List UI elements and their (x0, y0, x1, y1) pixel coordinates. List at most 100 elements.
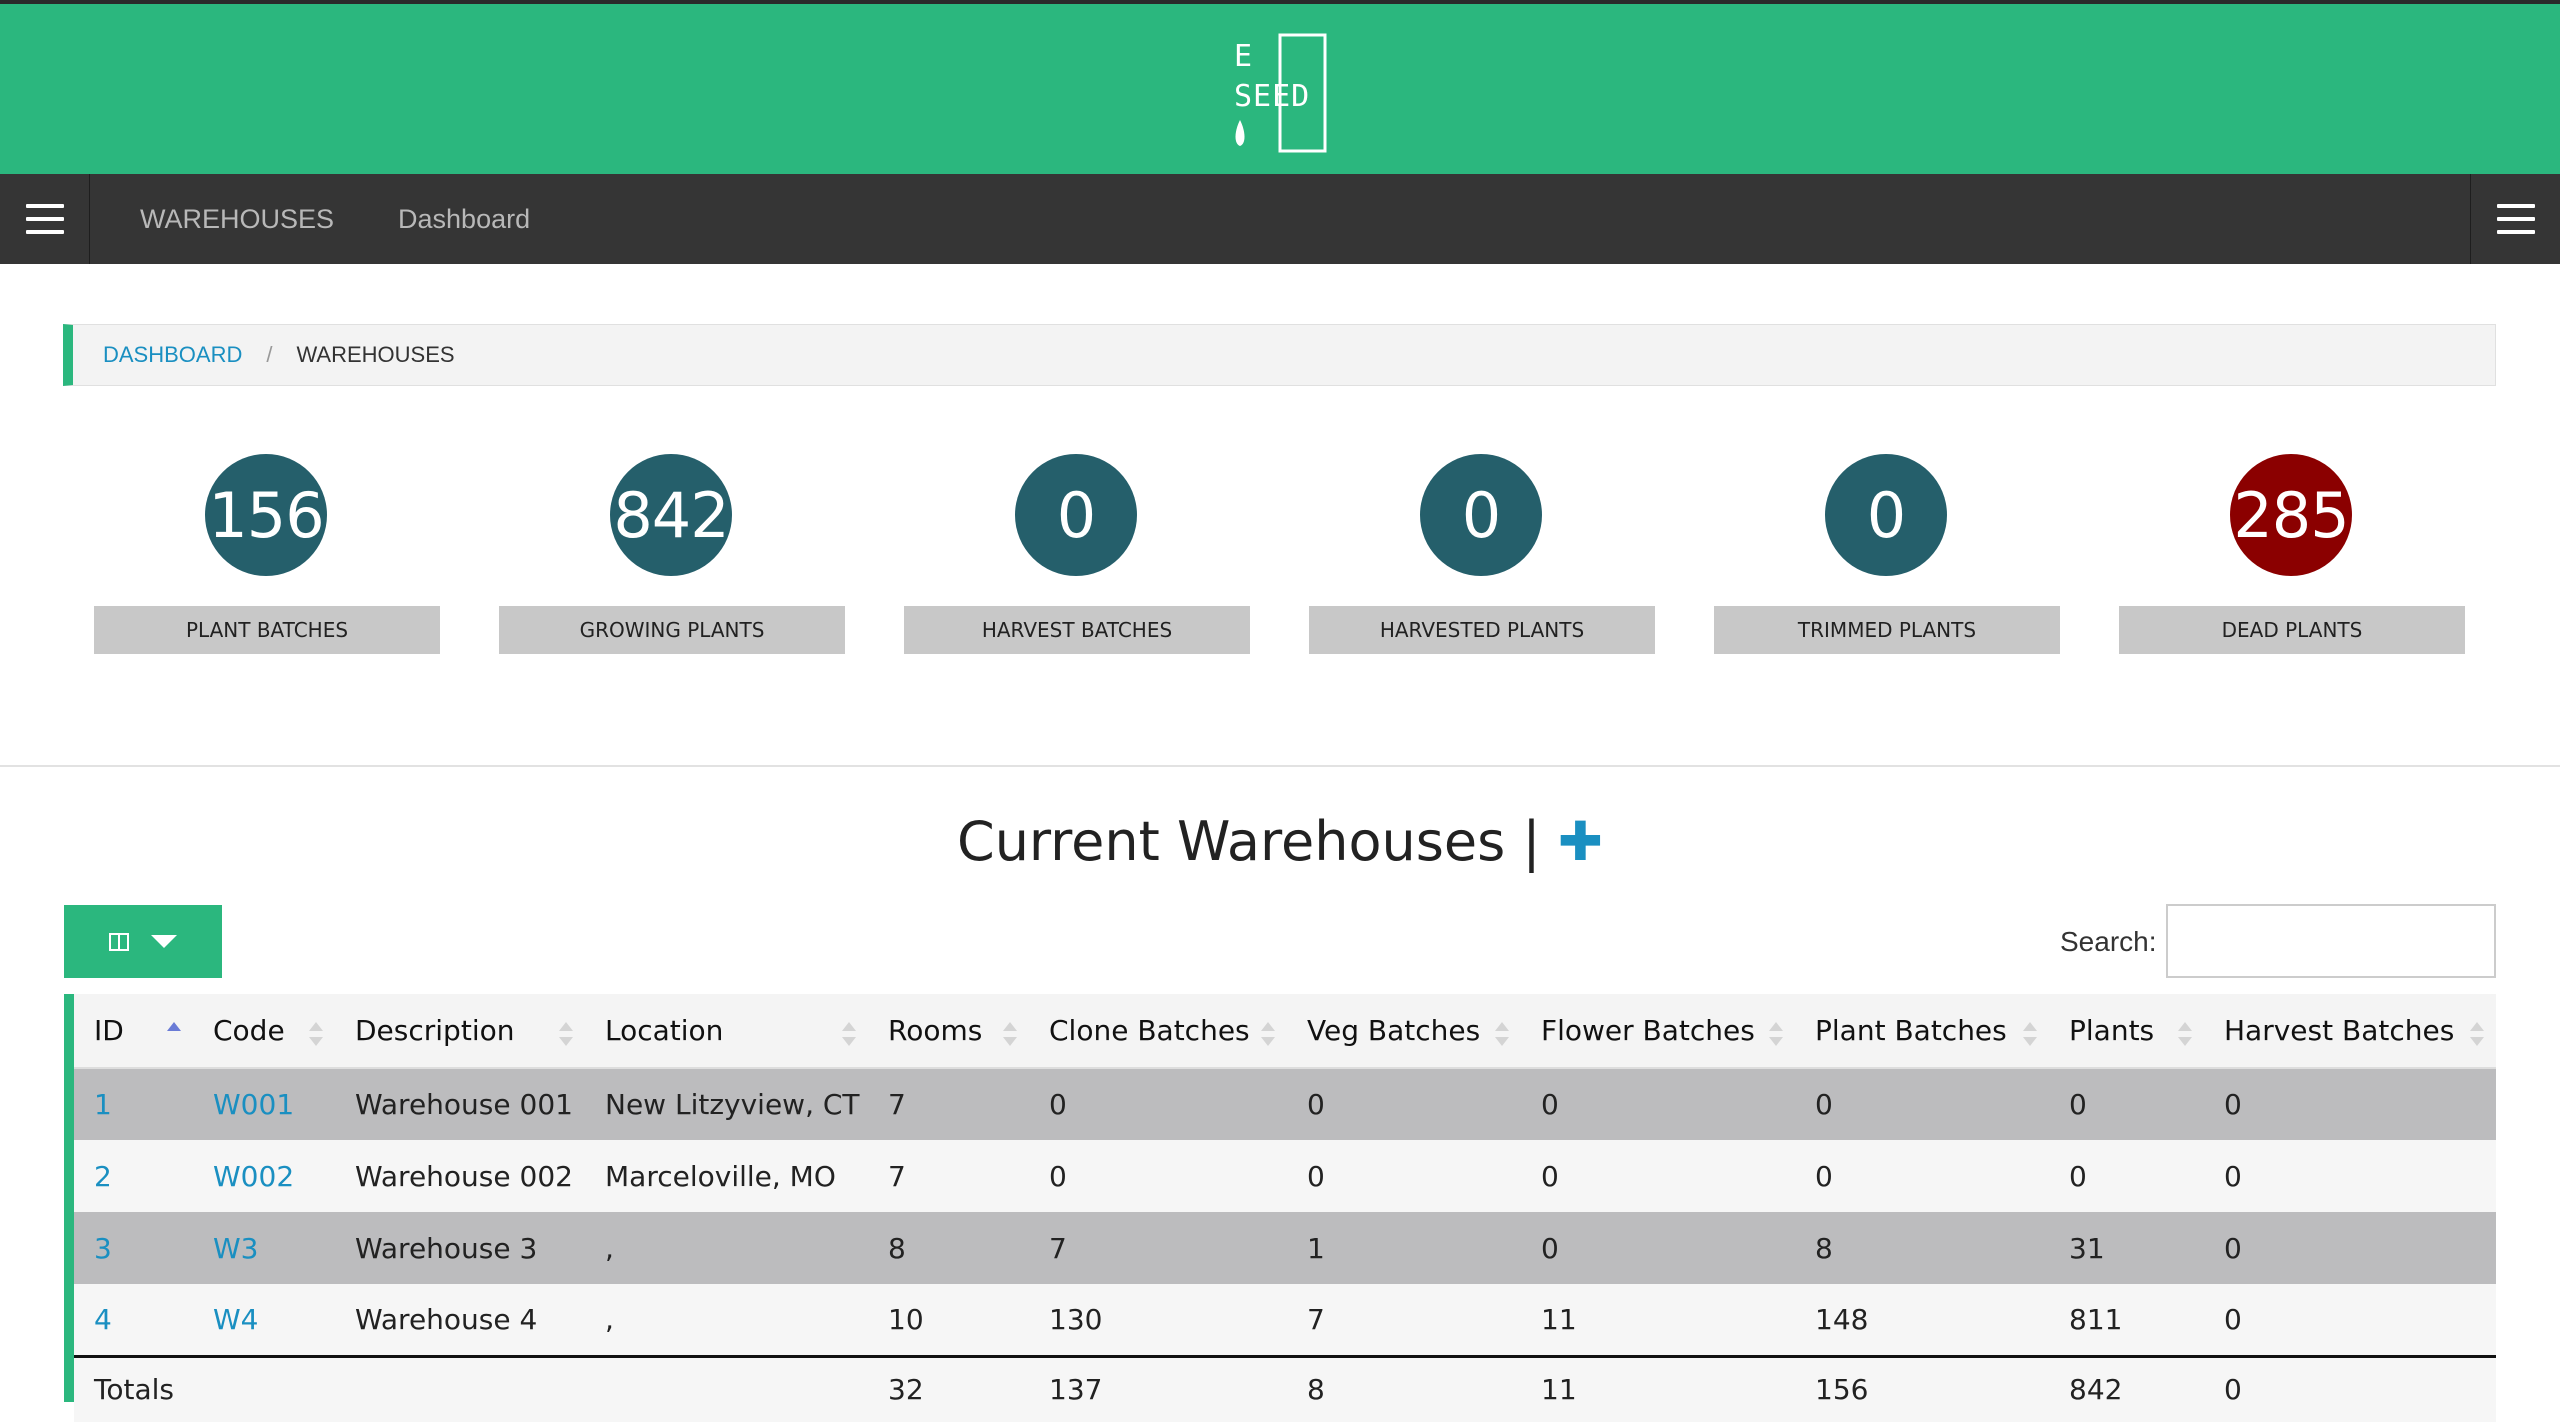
nav-link-dashboard[interactable]: Dashboard (398, 204, 530, 235)
warehouse-code-link[interactable]: W001 (213, 1088, 294, 1121)
breadcrumb-dashboard-link[interactable]: DASHBOARD (103, 342, 242, 368)
menu-toggle-left[interactable] (0, 174, 90, 264)
column-header-clone-batches[interactable]: Clone Batches (1029, 994, 1287, 1069)
cell-plant-batches: 8 (1795, 1212, 2049, 1284)
column-header-plants[interactable]: Plants (2049, 994, 2204, 1069)
warehouses-table: ID Code Description Location Rooms Clone… (74, 994, 2496, 1422)
cell-clone-batches: 0 (1029, 1140, 1287, 1212)
warehouse-code-link[interactable]: W3 (213, 1232, 259, 1265)
cell-rooms: 10 (868, 1284, 1029, 1356)
totals-veg-batches: 8 (1287, 1354, 1521, 1422)
warehouse-code-link[interactable]: W4 (213, 1303, 259, 1336)
breadcrumb: DASHBOARD / WAREHOUSES (63, 324, 2496, 386)
stat-value: 0 (1420, 454, 1542, 576)
cell-code: W002 (193, 1140, 335, 1212)
stat-value: 0 (1015, 454, 1137, 576)
warehouses-table-wrapper: ID Code Description Location Rooms Clone… (64, 994, 2496, 1422)
column-header-label: Plants (2069, 1014, 2155, 1047)
column-header-location[interactable]: Location (585, 994, 868, 1069)
stat-label: GROWING PLANTS (499, 606, 845, 654)
stat-value: 0 (1825, 454, 1947, 576)
column-header-label: Clone Batches (1049, 1014, 1250, 1047)
column-header-label: ID (94, 1014, 124, 1047)
column-header-label: Veg Batches (1307, 1014, 1481, 1047)
sort-icon (1261, 1022, 1275, 1046)
cell-plant-batches: 148 (1795, 1284, 2049, 1356)
cell-rooms: 7 (868, 1140, 1029, 1212)
stat-value: 156 (205, 454, 327, 576)
cell-clone-batches: 0 (1029, 1068, 1287, 1140)
cell-clone-batches: 130 (1029, 1284, 1287, 1356)
sort-icon (2023, 1022, 2037, 1046)
add-warehouse-icon[interactable]: ✚ (1558, 810, 1603, 873)
eseed-logo[interactable]: E SEED (1232, 32, 1328, 154)
cell-rooms: 7 (868, 1068, 1029, 1140)
cell-code: W3 (193, 1212, 335, 1284)
totals-description (335, 1354, 585, 1422)
stat-value: 285 (2230, 454, 2352, 576)
cell-plant-batches: 0 (1795, 1140, 2049, 1212)
column-visibility-button[interactable] (64, 905, 222, 978)
chevron-down-icon (151, 935, 177, 948)
totals-location (585, 1354, 868, 1422)
stat-harvested-plants[interactable]: 0 HARVESTED PLANTS (1309, 454, 1655, 654)
cell-code: W4 (193, 1284, 335, 1356)
totals-label: Totals (74, 1354, 193, 1422)
stat-label: PLANT BATCHES (94, 606, 440, 654)
sort-icon (2178, 1022, 2192, 1046)
search-input[interactable] (2166, 904, 2496, 978)
nav-link-warehouses[interactable]: WAREHOUSES (140, 204, 334, 235)
totals-rooms: 32 (868, 1354, 1029, 1422)
warehouse-id-link[interactable]: 4 (94, 1303, 112, 1336)
svg-text:E: E (1234, 39, 1252, 74)
top-header: E SEED (0, 0, 2560, 174)
warehouse-id-link[interactable]: 2 (94, 1160, 112, 1193)
stat-harvest-batches[interactable]: 0 HARVEST BATCHES (904, 454, 1250, 654)
column-header-id[interactable]: ID (74, 994, 193, 1069)
totals-plant-batches: 156 (1795, 1354, 2049, 1422)
stat-label: TRIMMED PLANTS (1714, 606, 2060, 654)
hamburger-icon (25, 204, 64, 234)
cell-harvest-batches: 0 (2204, 1284, 2496, 1356)
sort-icon (1495, 1022, 1509, 1046)
warehouse-id-link[interactable]: 1 (94, 1088, 112, 1121)
column-header-harvest-batches[interactable]: Harvest Batches (2204, 994, 2496, 1069)
cell-plants: 811 (2049, 1284, 2204, 1356)
column-header-rooms[interactable]: Rooms (868, 994, 1029, 1069)
column-header-label: Description (355, 1014, 515, 1047)
cell-flower-batches: 0 (1521, 1140, 1795, 1212)
cell-location: Marceloville, MO (585, 1140, 868, 1212)
cell-harvest-batches: 0 (2204, 1068, 2496, 1140)
column-header-veg-batches[interactable]: Veg Batches (1287, 994, 1521, 1069)
page-title-text: Current Warehouses | (956, 810, 1541, 873)
warehouse-code-link[interactable]: W002 (213, 1160, 294, 1193)
cell-description: Warehouse 3 (335, 1212, 585, 1284)
column-header-code[interactable]: Code (193, 994, 335, 1069)
cell-veg-batches: 0 (1287, 1140, 1521, 1212)
warehouse-id-link[interactable]: 3 (94, 1232, 112, 1265)
totals-row: Totals 32 137 8 11 156 842 0 (74, 1354, 2496, 1422)
totals-plants: 842 (2049, 1354, 2204, 1422)
stat-growing-plants[interactable]: 842 GROWING PLANTS (499, 454, 845, 654)
column-header-flower-batches[interactable]: Flower Batches (1521, 994, 1795, 1069)
stat-dead-plants[interactable]: 285 DEAD PLANTS (2119, 454, 2465, 654)
cell-flower-batches: 0 (1521, 1068, 1795, 1140)
column-header-description[interactable]: Description (335, 994, 585, 1069)
search-label: Search: (2060, 926, 2157, 957)
cell-description: Warehouse 001 (335, 1068, 585, 1140)
cell-plants: 0 (2049, 1140, 2204, 1212)
stat-plant-batches[interactable]: 156 PLANT BATCHES (94, 454, 440, 654)
stat-label: HARVESTED PLANTS (1309, 606, 1655, 654)
column-header-plant-batches[interactable]: Plant Batches (1795, 994, 2049, 1069)
section-divider (0, 765, 2560, 767)
sort-icon (309, 1022, 323, 1046)
cell-location: , (585, 1212, 868, 1284)
totals-flower-batches: 11 (1521, 1354, 1795, 1422)
table-header-row: ID Code Description Location Rooms Clone… (74, 994, 2496, 1069)
column-header-label: Location (605, 1014, 724, 1047)
totals-code (193, 1354, 335, 1422)
stat-trimmed-plants[interactable]: 0 TRIMMED PLANTS (1714, 454, 2060, 654)
menu-toggle-right[interactable] (2470, 174, 2560, 264)
cell-clone-batches: 7 (1029, 1212, 1287, 1284)
cell-plants: 31 (2049, 1212, 2204, 1284)
